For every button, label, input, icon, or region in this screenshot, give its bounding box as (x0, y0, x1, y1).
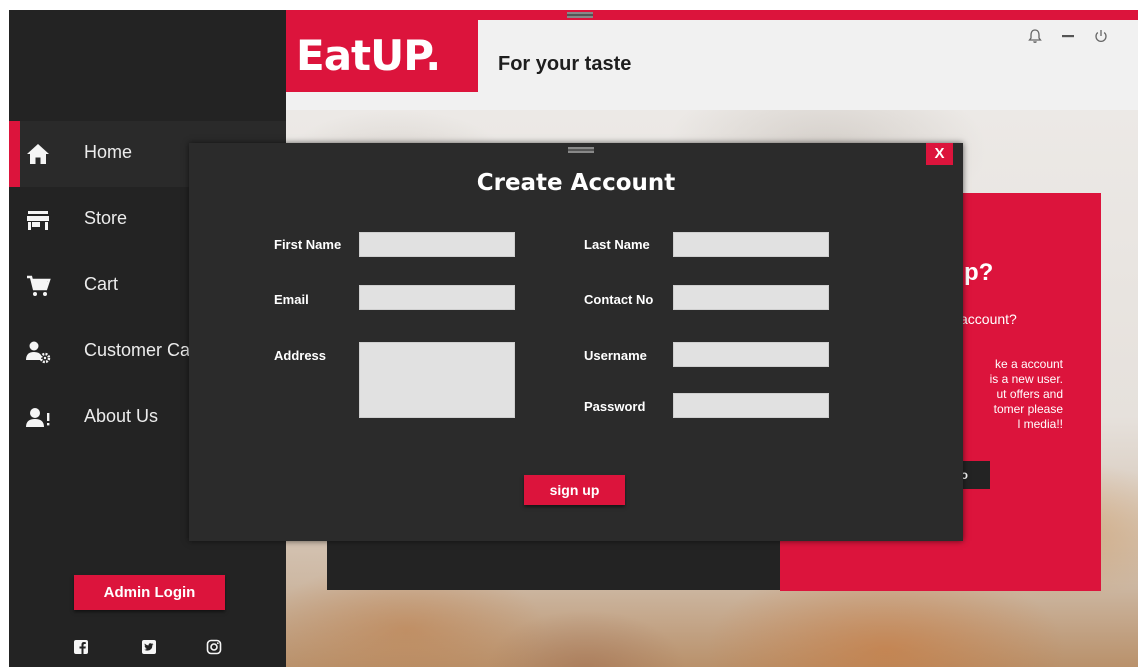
sidebar-item-label: Customer Ca (84, 340, 191, 360)
customer-care-icon (26, 341, 51, 364)
first-name-label: First Name (274, 237, 342, 252)
twitter-icon[interactable] (141, 639, 157, 655)
signup-promo-line: is a new user. (989, 372, 1063, 386)
sidebar-item-label: Home (84, 142, 133, 162)
minimize-icon[interactable] (1060, 28, 1076, 44)
signup-promo-line: tomer please (993, 402, 1063, 416)
email-label: Email (274, 292, 309, 307)
last-name-field[interactable] (673, 232, 829, 257)
power-icon[interactable] (1093, 28, 1109, 44)
instagram-icon[interactable] (206, 639, 222, 655)
sidebar-item-label: Cart (84, 274, 119, 294)
modal-title: Create Account (476, 170, 676, 196)
facebook-icon[interactable] (73, 639, 89, 655)
app-logo: EatUP. (286, 20, 478, 92)
address-label: Address (274, 348, 327, 363)
modal-drag-handle[interactable] (568, 147, 594, 153)
cart-icon (27, 275, 51, 296)
contact-no-field[interactable] (673, 285, 829, 310)
admin-login-button[interactable]: Admin Login (74, 575, 225, 610)
sign-up-button[interactable]: sign up (524, 475, 625, 505)
last-name-label: Last Name (584, 237, 650, 252)
contact-no-label: Contact No (584, 292, 654, 307)
username-field[interactable] (673, 342, 829, 367)
bell-icon[interactable] (1027, 28, 1043, 44)
signup-promo-line: ut offers and (996, 387, 1064, 401)
password-field[interactable] (673, 393, 829, 418)
about-us-icon (26, 408, 50, 427)
username-label: Username (584, 348, 647, 363)
store-icon (27, 211, 49, 230)
top-accent-bar (286, 10, 1138, 20)
sidebar-item-label: About Us (84, 406, 159, 426)
home-icon (27, 144, 49, 164)
signup-promo-text: ke a account is a new user. ut offers an… (953, 357, 1063, 432)
first-name-field[interactable] (359, 232, 515, 257)
password-label: Password (584, 399, 646, 414)
signup-promo-line: ke a account (994, 357, 1063, 371)
email-field[interactable] (359, 285, 515, 310)
create-account-modal: X Create Account First Name Last Name Em… (189, 143, 963, 541)
close-button[interactable]: X (926, 143, 953, 165)
signup-promo-line: l media!! (1017, 417, 1063, 431)
header-drag-handle[interactable] (567, 12, 593, 18)
signup-promo-heading: p? (964, 259, 994, 286)
sidebar-item-label: Store (84, 208, 128, 228)
signup-promo-question: account? (960, 311, 1017, 327)
app-tagline: For your taste (498, 53, 632, 75)
address-field[interactable] (359, 342, 515, 418)
